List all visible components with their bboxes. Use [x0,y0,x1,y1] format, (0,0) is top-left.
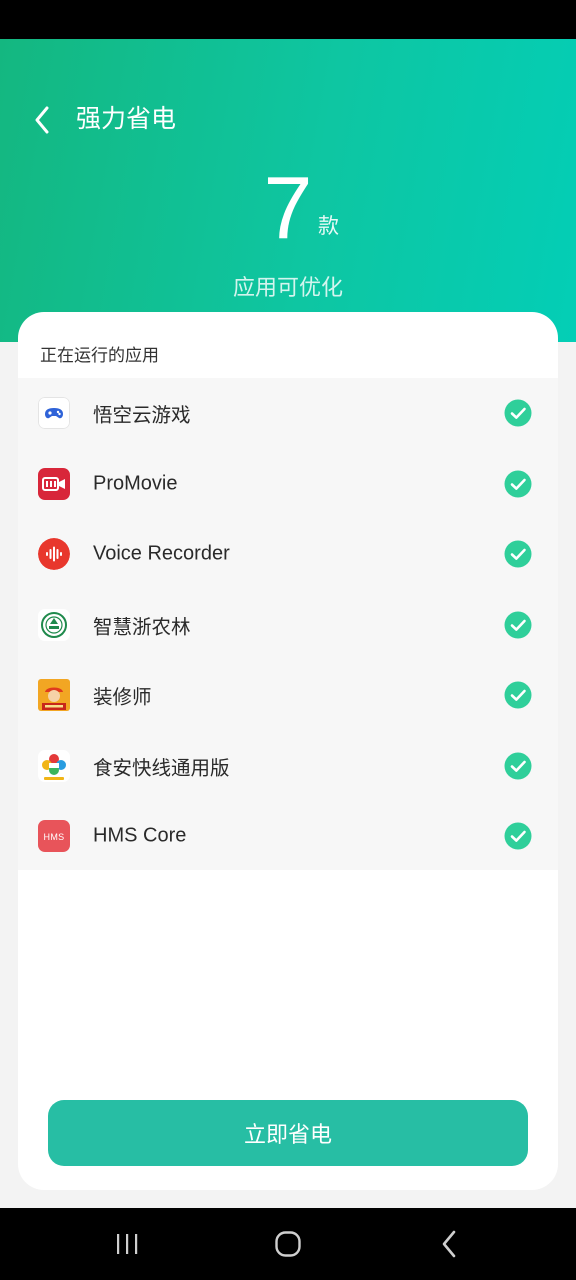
check-circle-icon[interactable] [504,681,532,709]
save-power-button[interactable]: 立即省电 [48,1100,528,1166]
section-title: 正在运行的应用 [40,346,159,366]
app-row[interactable]: 智慧浙农林 [18,590,558,661]
check-circle-icon[interactable] [504,822,532,850]
app-row[interactable]: 装修师 [18,660,558,731]
back-button[interactable] [22,98,62,142]
recents-icon [117,1234,138,1254]
running-apps-card: 正在运行的应用 悟空云游戏 ProMovie Voice Recorder 智慧… [18,312,558,1190]
app-name: 智慧浙农林 [93,615,191,639]
check-circle-icon[interactable] [504,540,532,568]
navigation-bar [0,1208,576,1280]
promovie-icon [38,467,70,500]
back-icon [442,1230,456,1258]
status-bar [0,0,576,39]
app-name: 悟空云游戏 [93,403,191,427]
svg-text:HMS: HMS [44,832,65,842]
optimizable-count: 7 [263,158,313,257]
app-name: HMS Core [93,824,187,847]
app-name: Voice Recorder [93,542,230,565]
home-button[interactable] [253,1208,323,1280]
page-title: 强力省电 [76,104,177,133]
app-row[interactable]: ProMovie [18,449,558,520]
app-row[interactable]: Voice Recorder [18,519,558,590]
check-circle-icon[interactable] [504,611,532,639]
shian-kuaixian-icon [38,749,70,782]
check-circle-icon[interactable] [504,470,532,498]
app-list: 悟空云游戏 ProMovie Voice Recorder 智慧浙农林 装修师 … [18,378,558,870]
hms-core-icon: HMS [38,820,70,853]
screen: 强力省电 7 款 应用可优化 正在运行的应用 悟空云游戏 ProMovie Vo… [0,0,576,1280]
app-row[interactable]: HMS HMS Core [18,801,558,872]
app-name: 食安快线通用版 [93,756,230,780]
check-circle-icon[interactable] [504,399,532,427]
wukong-cloud-game-icon [38,397,70,430]
count-description: 应用可优化 [232,276,343,301]
nav-back-button[interactable] [414,1208,484,1280]
home-icon [275,1231,301,1257]
app-name: 装修师 [93,685,152,709]
count-unit: 款 [318,214,339,238]
app-row[interactable]: 食安快线通用版 [18,731,558,802]
zhihui-zhenonglin-icon [38,608,70,641]
chevron-left-icon [35,106,49,134]
check-circle-icon[interactable] [504,752,532,780]
app-name: ProMovie [93,472,178,495]
voice-recorder-icon [38,538,70,571]
zhuangxiushi-icon [38,679,70,712]
recents-button[interactable] [92,1208,162,1280]
app-row[interactable]: 悟空云游戏 [18,378,558,449]
